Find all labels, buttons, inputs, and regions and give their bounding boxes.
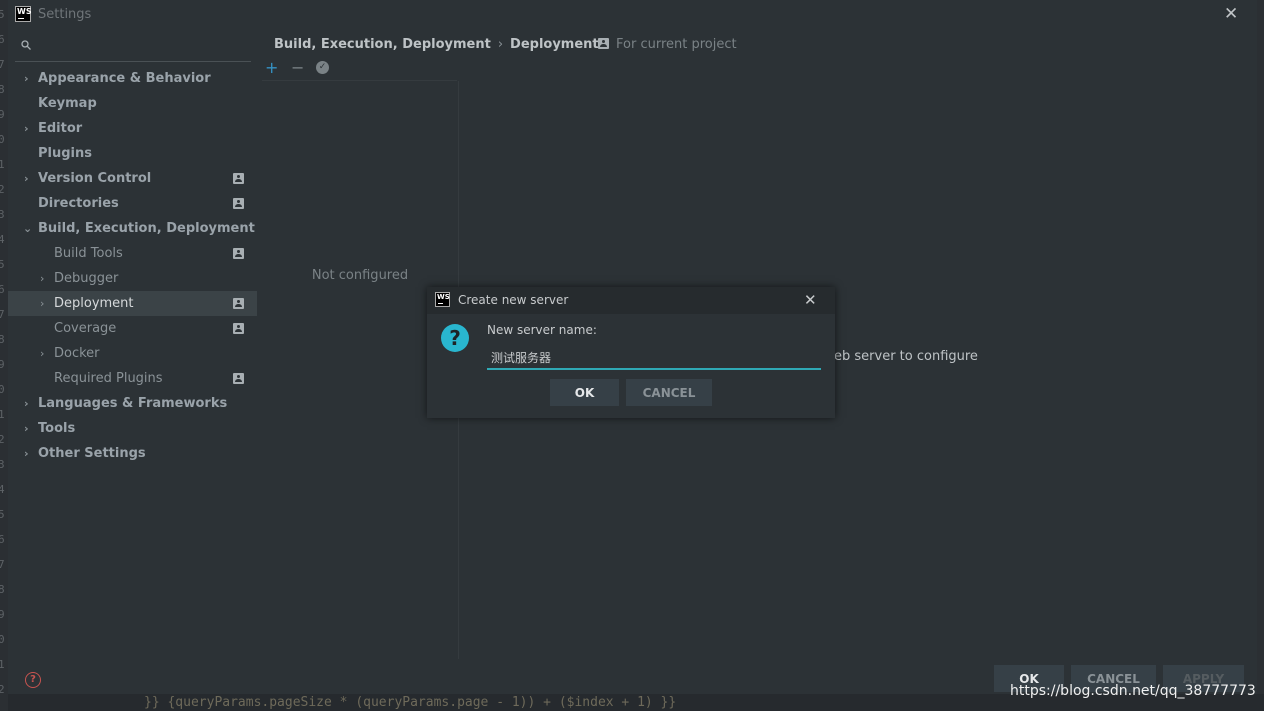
- line-number: 8: [0, 333, 5, 346]
- line-number: 9: [0, 608, 5, 621]
- breadcrumb-parent[interactable]: Build, Execution, Deployment: [274, 37, 491, 52]
- project-scope-icon: [233, 248, 244, 259]
- breadcrumb: Build, Execution, Deployment › Deployment: [274, 37, 599, 52]
- chevron-right-icon: ›: [24, 447, 29, 460]
- project-scope-icon: [233, 173, 244, 184]
- nav-coverage[interactable]: Coverage: [8, 316, 257, 341]
- line-number: 6: [0, 533, 5, 546]
- nav-deployment[interactable]: › Deployment: [8, 291, 257, 316]
- nav-docker[interactable]: › Docker: [8, 341, 257, 366]
- close-icon[interactable]: ✕: [804, 291, 817, 309]
- server-name-input[interactable]: [487, 346, 821, 370]
- nav-appearance[interactable]: › Appearance & Behavior: [8, 66, 257, 91]
- chevron-down-icon: ⌄: [23, 222, 33, 235]
- chevron-right-icon: ›: [24, 122, 29, 135]
- project-scope-icon: [233, 323, 244, 334]
- logo-text: WS: [17, 7, 32, 16]
- nav-build-tools[interactable]: Build Tools: [8, 241, 257, 266]
- line-number: 4: [0, 483, 5, 496]
- line-number: 2: [0, 183, 5, 196]
- logo-text: WS: [437, 293, 450, 301]
- line-number: 0: [0, 383, 5, 396]
- scope-label: For current project: [616, 37, 737, 52]
- line-number: 6: [0, 283, 5, 296]
- line-number: 3: [0, 458, 5, 471]
- project-scope-icon: [233, 373, 244, 384]
- nav-plugins[interactable]: Plugins: [8, 141, 257, 166]
- line-number: 9: [0, 108, 5, 121]
- project-scope-icon: [233, 298, 244, 309]
- breadcrumb-separator-icon: ›: [497, 37, 504, 52]
- line-number: 8: [0, 83, 5, 96]
- breadcrumb-current: Deployment: [510, 37, 599, 52]
- webstorm-logo-icon: WS: [435, 292, 450, 307]
- project-scope-icon: [233, 198, 244, 209]
- server-name-label: New server name:: [487, 323, 597, 337]
- project-scope-icon: [598, 38, 609, 49]
- nav-version-control[interactable]: › Version Control: [8, 166, 257, 191]
- nav-build-execution-deployment[interactable]: ⌄ Build, Execution, Deployment: [8, 216, 257, 241]
- line-number: 7: [0, 58, 5, 71]
- dialog-title: Create new server: [458, 293, 569, 307]
- line-number: 5: [0, 8, 5, 21]
- nav-tools[interactable]: › Tools: [8, 416, 257, 441]
- close-icon[interactable]: ✕: [1224, 4, 1238, 24]
- watermark-text: https://blog.csdn.net/qq_38777773: [1010, 683, 1256, 699]
- create-server-dialog: WS Create new server ✕ ? New server name…: [427, 287, 835, 418]
- line-number: 7: [0, 308, 5, 321]
- title-bar: WS Settings ✕: [8, 0, 1257, 30]
- settings-search[interactable]: [15, 35, 251, 62]
- code-line: }} {queryParams.pageSize * (queryParams.…: [144, 695, 677, 710]
- chevron-right-icon: ›: [40, 347, 45, 360]
- nav-editor[interactable]: › Editor: [8, 116, 257, 141]
- scope-indicator: For current project: [598, 37, 737, 52]
- line-number: 0: [0, 633, 5, 646]
- line-number: 2: [0, 433, 5, 446]
- editor-right-edge: [1257, 0, 1264, 694]
- chevron-right-icon: ›: [40, 272, 45, 285]
- empty-list-text: Not configured: [311, 268, 409, 283]
- chevron-right-icon: ›: [24, 422, 29, 435]
- question-icon: ?: [441, 324, 469, 352]
- line-number: 7: [0, 558, 5, 571]
- nav-languages-frameworks[interactable]: › Languages & Frameworks: [8, 391, 257, 416]
- search-icon: [21, 40, 31, 50]
- line-number: 1: [0, 158, 5, 171]
- line-number: 2: [0, 683, 5, 696]
- nav-debugger[interactable]: › Debugger: [8, 266, 257, 291]
- line-number: 4: [0, 233, 5, 246]
- line-number: 3: [0, 208, 5, 221]
- nav-other-settings[interactable]: › Other Settings: [8, 441, 257, 466]
- dialog-cancel-button[interactable]: CANCEL: [626, 379, 712, 406]
- chevron-right-icon: ›: [24, 72, 29, 85]
- dialog-ok-button[interactable]: OK: [550, 379, 619, 406]
- chevron-right-icon: ›: [24, 172, 29, 185]
- add-icon[interactable]: +: [265, 58, 278, 77]
- chevron-right-icon: ›: [40, 297, 45, 310]
- remove-icon[interactable]: −: [291, 58, 304, 77]
- nav-directories[interactable]: Directories: [8, 191, 257, 216]
- nav-keymap[interactable]: Keymap: [8, 91, 257, 116]
- settings-nav: › Appearance & Behavior Keymap › Editor …: [8, 66, 257, 466]
- webstorm-logo-icon: WS: [15, 6, 32, 22]
- server-toolbar: + − ✓: [262, 58, 457, 81]
- window-title: Settings: [38, 7, 92, 22]
- chevron-right-icon: ›: [24, 397, 29, 410]
- check-default-icon[interactable]: ✓: [316, 61, 329, 74]
- help-icon[interactable]: ?: [25, 672, 41, 688]
- dialog-title-bar: WS Create new server ✕: [427, 287, 835, 314]
- editor-gutter: 5 6 7 8 9 0 1 2 3 4 5 6 7 8 9 0 1 2 3 4 …: [0, 0, 8, 711]
- configure-hint: eb server to configure: [834, 349, 978, 364]
- line-number: 8: [0, 583, 5, 596]
- line-number: 5: [0, 508, 5, 521]
- line-number: 5: [0, 258, 5, 271]
- line-number: 1: [0, 658, 5, 671]
- nav-required-plugins[interactable]: Required Plugins: [8, 366, 257, 391]
- line-number: 0: [0, 133, 5, 146]
- line-number: 9: [0, 358, 5, 371]
- line-number: 1: [0, 408, 5, 421]
- line-number: 6: [0, 33, 5, 46]
